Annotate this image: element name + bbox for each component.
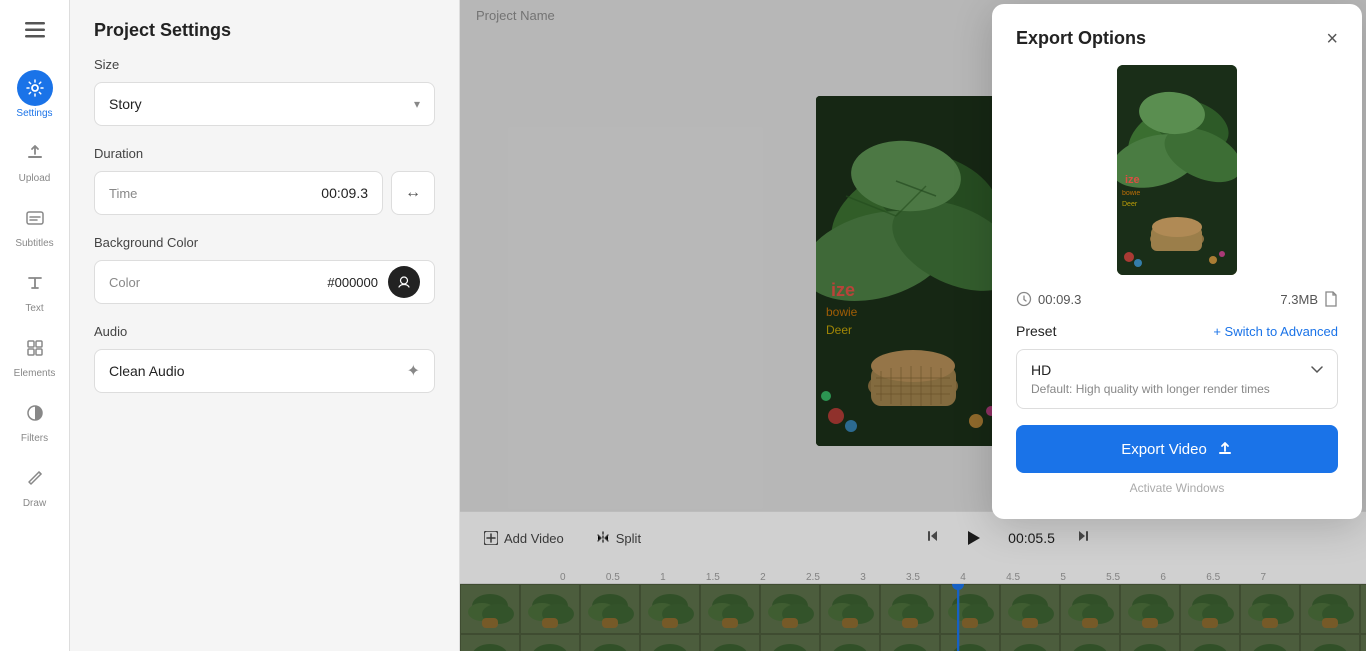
size-chevron-icon: ▾ [414, 97, 420, 111]
color-label: Color [109, 275, 140, 290]
duration-label: Duration [94, 146, 435, 161]
draw-icon [17, 460, 53, 496]
sidebar-item-text-label: Text [25, 303, 43, 314]
duration-arrow-button[interactable]: ↔ [391, 171, 435, 215]
text-icon [17, 265, 53, 301]
elements-icon [17, 330, 53, 366]
svg-text:Deer: Deer [1122, 201, 1138, 208]
color-row: Color #000000 [94, 260, 435, 304]
file-icon [1324, 291, 1338, 307]
settings-icon [17, 70, 53, 106]
preset-description: Default: High quality with longer render… [1031, 382, 1323, 396]
settings-panel: Project Settings Size Story ▾ Duration T… [70, 0, 460, 651]
size-select[interactable]: Story ▾ [94, 82, 435, 126]
clock-icon [1016, 291, 1032, 307]
sidebar-item-settings[interactable]: Settings [0, 64, 69, 125]
size-label: Size [94, 57, 435, 72]
subtitles-icon [17, 200, 53, 236]
duration-row: Time 00:09.3 ↔ [94, 171, 435, 215]
preset-header: Preset + Switch to Advanced [1016, 323, 1338, 339]
color-picker-button[interactable] [388, 266, 420, 298]
switch-advanced-button[interactable]: + Switch to Advanced [1213, 324, 1338, 339]
sparkle-icon: ✦ [407, 361, 420, 381]
audio-value: Clean Audio [109, 363, 185, 379]
sidebar-item-upload[interactable]: Upload [0, 129, 69, 190]
svg-text:bowie: bowie [1122, 190, 1140, 197]
sidebar: Settings Upload Subtitles Text [0, 0, 70, 651]
preset-dropdown[interactable]: HD Default: High quality with longer ren… [1016, 349, 1338, 409]
audio-section: Audio Clean Audio ✦ [70, 324, 459, 413]
preset-label: Preset [1016, 323, 1056, 339]
main-area: Project Settings Size Story ▾ Duration T… [70, 0, 1366, 651]
preset-name: HD [1031, 362, 1051, 378]
close-modal-button[interactable]: × [1326, 29, 1338, 49]
background-color-section: Background Color Color #000000 [70, 235, 459, 324]
export-modal-header: Export Options × [1016, 28, 1338, 49]
upload-icon [17, 135, 53, 171]
export-video-button[interactable]: Export Video [1016, 425, 1338, 473]
preset-section: Preset + Switch to Advanced HD Default: … [1016, 323, 1338, 409]
audio-select[interactable]: Clean Audio ✦ [94, 349, 435, 393]
background-color-label: Background Color [94, 235, 435, 250]
arrow-icon: ↔ [405, 184, 421, 202]
dropdown-chevron-icon [1311, 366, 1323, 374]
activate-windows-watermark: Activate Windows [1016, 481, 1338, 495]
sidebar-item-filters[interactable]: Filters [0, 389, 69, 450]
export-preview: ize bowie Deer [1016, 65, 1338, 275]
sidebar-item-elements-label: Elements [14, 368, 56, 379]
duration-section: Duration Time 00:09.3 ↔ [70, 146, 459, 235]
export-meta-left: 00:09.3 [1016, 291, 1081, 307]
preview-area: Project Name [460, 0, 1366, 651]
sidebar-item-draw[interactable]: Draw [0, 454, 69, 515]
sidebar-item-upload-label: Upload [19, 173, 51, 184]
duration-time-label: Time [109, 186, 137, 201]
audio-label: Audio [94, 324, 435, 339]
duration-time-value: 00:09.3 [321, 185, 368, 201]
duration-input[interactable]: Time 00:09.3 [94, 171, 383, 215]
export-meta: 00:09.3 7.3MB [1016, 291, 1338, 307]
sidebar-item-elements[interactable]: Elements [0, 324, 69, 385]
filters-icon [17, 395, 53, 431]
menu-icon[interactable] [17, 12, 53, 48]
export-duration: 00:09.3 [1038, 292, 1081, 307]
sidebar-item-draw-label: Draw [23, 498, 46, 509]
sidebar-item-settings-label: Settings [16, 108, 52, 119]
export-preview-image: ize bowie Deer [1117, 65, 1237, 275]
sidebar-item-subtitles-label: Subtitles [15, 238, 53, 249]
size-section: Size Story ▾ [70, 57, 459, 146]
sidebar-item-filters-label: Filters [21, 433, 48, 444]
export-upload-icon [1217, 441, 1233, 457]
export-modal: Export Options × [992, 4, 1362, 519]
size-value: Story [109, 96, 142, 112]
modal-overlay: Export Options × [460, 0, 1366, 651]
settings-panel-title: Project Settings [70, 0, 459, 57]
sidebar-item-subtitles[interactable]: Subtitles [0, 194, 69, 255]
svg-text:ize: ize [1125, 174, 1140, 186]
color-hex-value: #000000 [327, 275, 378, 290]
export-button-label: Export Video [1121, 441, 1207, 458]
export-modal-title: Export Options [1016, 28, 1146, 49]
file-size: 7.3MB [1280, 292, 1318, 307]
sidebar-item-text[interactable]: Text [0, 259, 69, 320]
export-meta-size: 7.3MB [1280, 291, 1338, 307]
preset-dropdown-header: HD [1031, 362, 1323, 378]
color-right: #000000 [327, 266, 420, 298]
